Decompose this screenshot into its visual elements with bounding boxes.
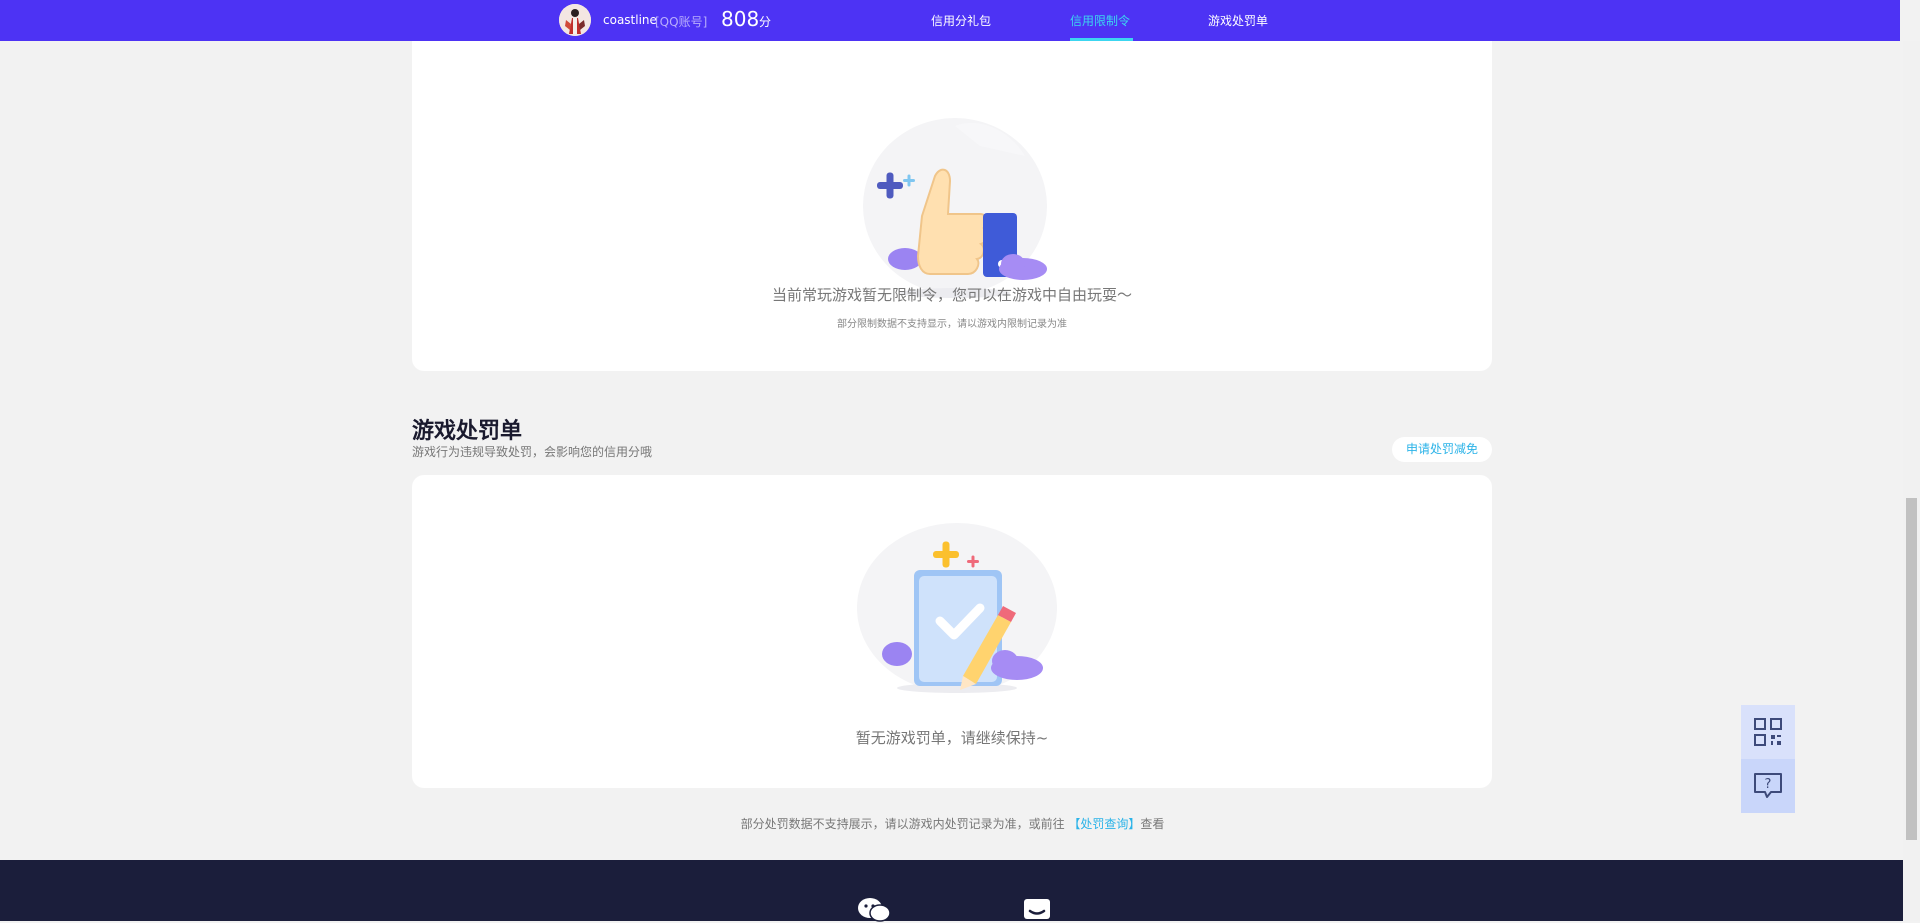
footnote-text-after: 查看 (1140, 817, 1165, 831)
thumbs-up-illustration (863, 118, 1047, 298)
username: coastline (603, 13, 657, 27)
user-avatar[interactable] (559, 4, 591, 36)
qrcode-button[interactable] (1741, 705, 1795, 759)
account-type-label: [QQ账号] (655, 15, 708, 29)
restriction-empty-message: 当前常玩游戏暂无限制令，您可以在游戏中自由玩耍～ (771, 286, 1132, 304)
credit-score-unit: 分 (759, 15, 772, 29)
tab-credit-restriction[interactable]: 信用限制令 (1070, 12, 1130, 29)
penalty-card: 暂无游戏罚单，请继续保持~ (412, 475, 1492, 788)
penalty-query-link[interactable]: 【处罚查询】 (1068, 817, 1140, 831)
apply-penalty-reduction-button[interactable]: 申请处罚减免 (1392, 437, 1492, 462)
penalty-data-footnote: 部分处罚数据不支持展示，请以游戏内处罚记录为准，或前往 【处罚查询】查看 (0, 815, 1905, 832)
question-chat-icon: ? (1754, 773, 1782, 798)
feedback-button[interactable]: ? (1741, 759, 1795, 813)
credit-score-value: 808 (721, 7, 760, 31)
scrollbar-thumb[interactable] (1906, 498, 1917, 840)
tab-game-penalty[interactable]: 游戏处罚单 (1208, 12, 1268, 29)
penalty-empty-message: 暂无游戏罚单，请继续保持~ (855, 729, 1049, 747)
qrcode-icon (1754, 718, 1782, 746)
top-navbar: coastline [QQ账号] 808 分 信用分礼包 信用限制令 游戏处罚单 (0, 0, 1900, 41)
footnote-text: 部分处罚数据不支持展示，请以游戏内处罚记录为准，或前往 (740, 817, 1065, 831)
wechat-icon[interactable] (857, 897, 891, 923)
penalty-section-title: 游戏处罚单 (412, 419, 523, 444)
penalty-section-subtitle: 游戏行为违规导致处罚，会影响您的信用分哦 (412, 445, 653, 459)
chat-bubble-icon[interactable] (1024, 899, 1050, 923)
clipboard-check-illustration (857, 523, 1057, 693)
page-footer (0, 860, 1903, 923)
svg-text:?: ? (1765, 777, 1772, 792)
restriction-card: 当前常玩游戏暂无限制令，您可以在游戏中自由玩耍～ 部分限制数据不支持显示，请以游… (412, 41, 1492, 371)
tab-credit-gift[interactable]: 信用分礼包 (931, 12, 991, 29)
restriction-data-note: 部分限制数据不支持显示，请以游戏内限制记录为准 (837, 319, 1067, 330)
